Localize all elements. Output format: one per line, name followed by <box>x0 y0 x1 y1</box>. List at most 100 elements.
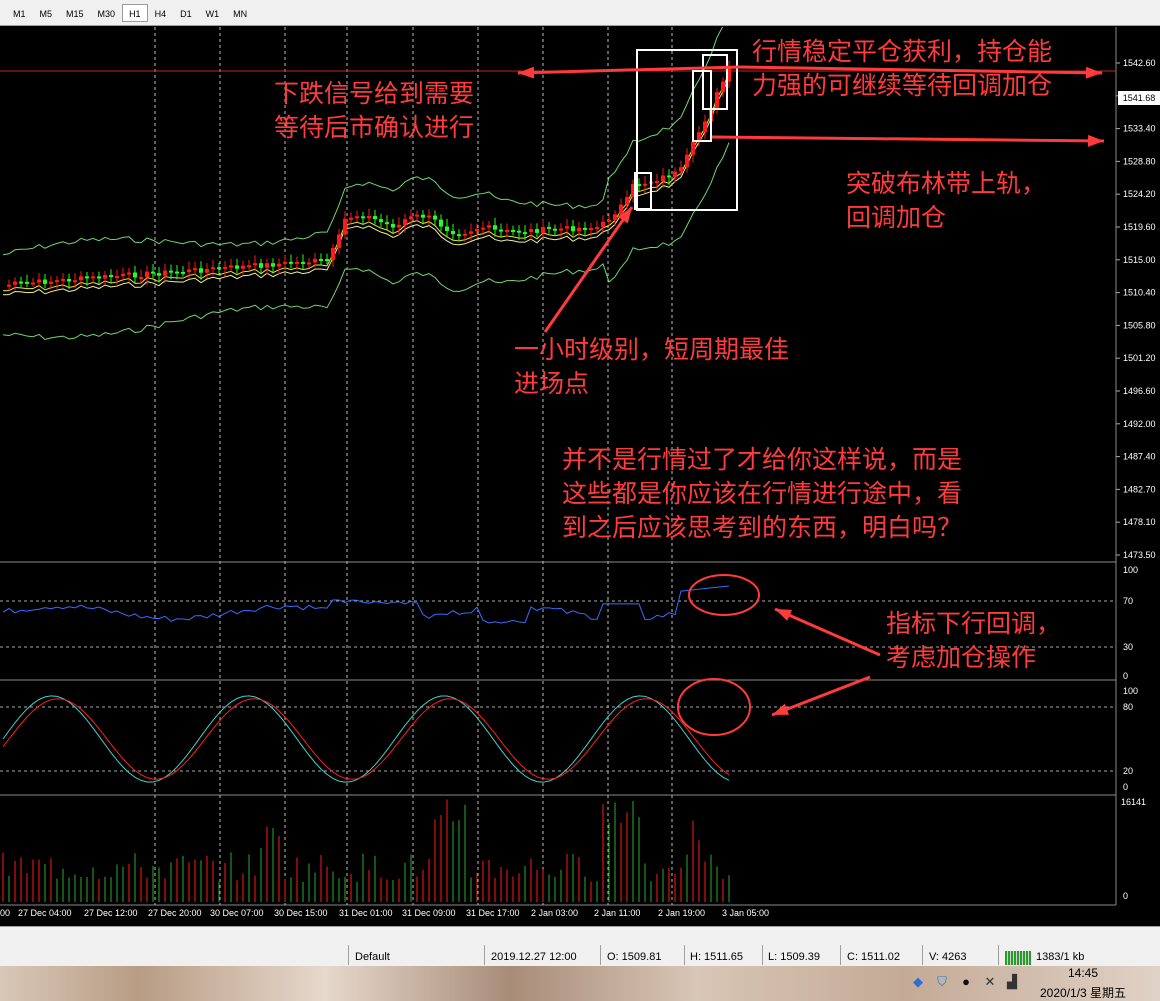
status-separator <box>922 945 923 965</box>
annotation-explanation: 并不是行情过了才给你这样说，而是 这些都是你应该在行情进行途中，看 到之后应该思… <box>562 445 963 542</box>
time-label: 31 Dec 17:00 <box>466 908 520 918</box>
status-separator <box>484 945 485 965</box>
candle-body <box>367 216 371 219</box>
candle-body <box>109 274 113 277</box>
candle-body <box>415 214 419 217</box>
penguin-icon[interactable]: ● <box>958 974 974 990</box>
candle-body <box>355 216 359 219</box>
volume-min-label: 0 <box>1123 891 1128 901</box>
stoch-level-label: 20 <box>1123 766 1133 776</box>
status-open: O: 1509.81 <box>607 951 662 963</box>
price-label: 1528.80 <box>1123 156 1156 166</box>
timeframe-m1[interactable]: M1 <box>6 4 33 22</box>
clock-time[interactable]: 14:45 <box>1068 966 1098 980</box>
status-volume: V: 4263 <box>929 951 967 963</box>
candle-body <box>253 263 257 266</box>
time-label: 27 Dec 04:00 <box>18 908 72 918</box>
candle-body <box>379 219 383 223</box>
candle-body <box>679 167 683 172</box>
status-separator <box>840 945 841 965</box>
candle-body <box>181 271 185 274</box>
timeframe-h1[interactable]: H1 <box>122 4 148 22</box>
candle-body <box>157 273 161 276</box>
arrow-to-rsi <box>774 607 881 657</box>
candle-body <box>433 215 437 220</box>
chart-window[interactable]: 1542.601538.001533.401528.801524.201519.… <box>0 27 1160 926</box>
speaker-muted-icon[interactable]: ✕ <box>982 974 998 990</box>
price-label: 1505.80 <box>1123 320 1156 330</box>
status-separator <box>998 945 999 965</box>
candle-body <box>67 278 71 282</box>
price-label: 1515.00 <box>1123 255 1156 265</box>
candle-body <box>187 269 191 273</box>
annotation-entry-point: 一小时级别，短周期最佳 进场点 <box>514 335 790 398</box>
candle-body <box>145 271 149 278</box>
candle-body <box>133 272 137 278</box>
candle-body <box>301 261 305 264</box>
stoch-level-label: 100 <box>1123 686 1138 696</box>
candle-body <box>121 273 125 277</box>
candle-body <box>661 175 665 182</box>
candle-body <box>31 282 35 285</box>
price-label: 1510.40 <box>1123 288 1156 298</box>
candle-body <box>589 227 593 230</box>
candle-body <box>511 229 515 232</box>
timeframe-mn[interactable]: MN <box>226 4 254 22</box>
candle-body <box>703 121 707 133</box>
candle-body <box>577 227 581 232</box>
stoch-level-label: 80 <box>1123 702 1133 712</box>
candle-body <box>559 228 563 231</box>
candle-body <box>343 218 347 235</box>
candle-body <box>229 265 233 268</box>
candle-body <box>655 181 659 184</box>
time-label: 31 Dec 09:00 <box>402 908 456 918</box>
time-label: 2 Jan 11:00 <box>594 908 640 918</box>
timeframe-m15[interactable]: M15 <box>59 4 91 22</box>
stoch-signal-line <box>2 698 730 780</box>
candle-body <box>103 274 107 279</box>
rsi-level-label: 70 <box>1123 596 1133 606</box>
timeframe-m5[interactable]: M5 <box>33 4 60 22</box>
status-datetime: 2019.12.27 12:00 <box>491 951 577 963</box>
timeframe-d1[interactable]: D1 <box>173 4 199 22</box>
candle-body <box>43 279 47 284</box>
shield-icon[interactable]: ⛉ <box>934 974 950 990</box>
time-label: 2 Jan 19:00 <box>658 908 705 918</box>
candle-body <box>403 219 407 225</box>
candle-body <box>349 217 353 220</box>
network-icon[interactable]: ▟ <box>1004 974 1020 990</box>
candle-body <box>193 268 197 271</box>
candle-body <box>505 229 509 232</box>
price-label: 1496.60 <box>1123 386 1156 396</box>
candle-body <box>211 267 215 270</box>
time-label: 30 Dec 07:00 <box>210 908 264 918</box>
rsi-level-label: 100 <box>1123 565 1138 575</box>
candle-body <box>265 263 269 268</box>
candle-body <box>175 271 179 274</box>
candle-body <box>217 267 221 270</box>
candle-body <box>7 284 11 287</box>
candle-body <box>295 261 299 264</box>
status-separator <box>600 945 601 965</box>
candle-body <box>547 226 551 229</box>
arrow-to-stoch-head <box>772 703 790 715</box>
status-separator <box>348 945 349 965</box>
cube-icon[interactable]: ◆ <box>910 974 926 990</box>
price-label: 1501.20 <box>1123 353 1156 363</box>
candle-body <box>691 141 695 155</box>
timeframe-m30[interactable]: M30 <box>91 4 123 22</box>
candle-body <box>319 258 323 261</box>
timeframe-h4[interactable]: H4 <box>148 4 174 22</box>
candle-body <box>541 226 545 233</box>
candle-body <box>361 216 365 219</box>
candle-body <box>553 228 557 231</box>
candle-body <box>439 219 443 227</box>
candle-body <box>373 216 377 220</box>
clock-date[interactable]: 2020/1/3 星期五 <box>1040 984 1126 1001</box>
candle-body <box>397 224 401 228</box>
candle-body <box>481 227 485 230</box>
candle-body <box>55 280 59 283</box>
timeframe-w1[interactable]: W1 <box>199 4 227 22</box>
candle-body <box>241 265 245 269</box>
candle-body <box>643 183 647 186</box>
